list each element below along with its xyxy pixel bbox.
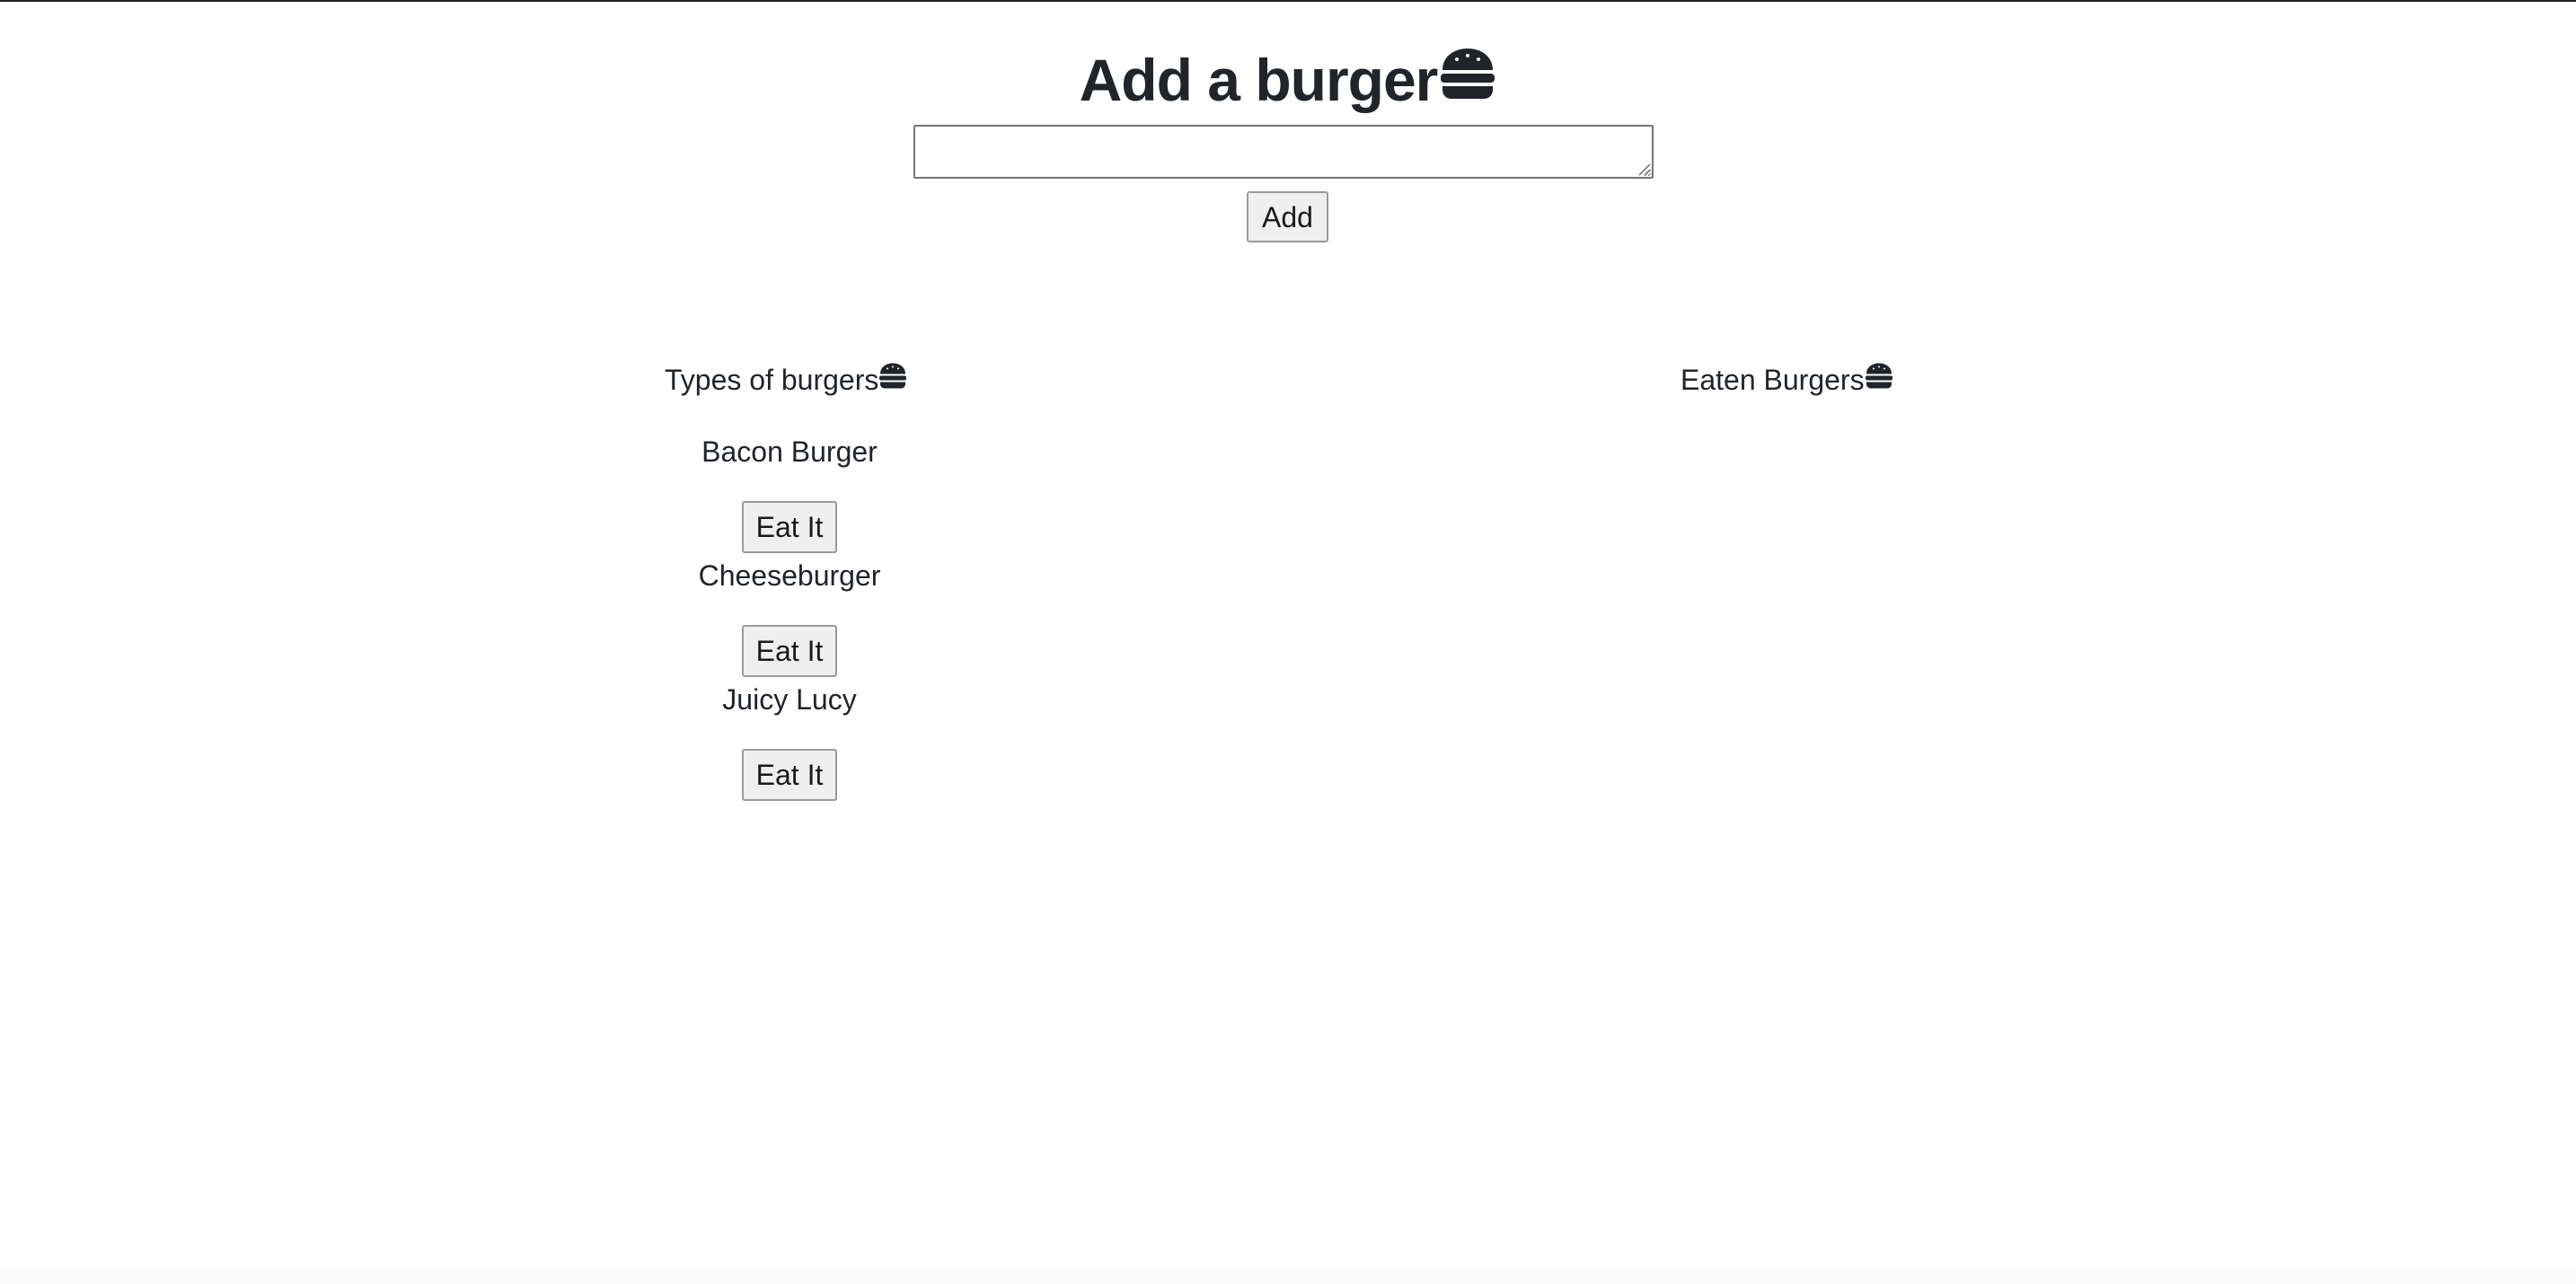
eat-it-button[interactable]: Eat It — [742, 625, 837, 677]
window-bottom-edge — [0, 1268, 2576, 1284]
list-item-burger: Bacon Burger Eat It — [629, 433, 950, 553]
list-item-burger: Cheeseburger Eat It — [629, 557, 950, 677]
resize-grip-icon[interactable] — [1636, 162, 1651, 176]
page-title-text: Add a burger — [1079, 47, 1439, 113]
burger-name: Juicy Lucy — [722, 683, 857, 716]
eat-it-button[interactable]: Eat It — [742, 749, 837, 801]
page-title: Add a burger — [0, 40, 2576, 120]
available-burgers-heading-text: Types of burgers — [665, 364, 879, 396]
hamburger-icon — [1437, 40, 1496, 120]
hamburger-icon — [878, 361, 907, 399]
eat-it-button[interactable]: Eat It — [742, 501, 837, 553]
burger-name: Bacon Burger — [701, 435, 878, 468]
eaten-burgers-heading-text: Eaten Burgers — [1681, 364, 1865, 396]
burger-name: Cheeseburger — [698, 559, 881, 592]
add-button[interactable]: Add — [1247, 191, 1328, 242]
eaten-burgers-heading: Eaten Burgers — [1681, 361, 1893, 399]
hamburger-icon — [1865, 361, 1893, 399]
list-item-burger: Juicy Lucy Eat It — [629, 681, 950, 801]
burger-name-input[interactable] — [913, 125, 1654, 179]
top-border — [0, 0, 2576, 2]
available-burgers-heading: Types of burgers — [665, 361, 907, 399]
